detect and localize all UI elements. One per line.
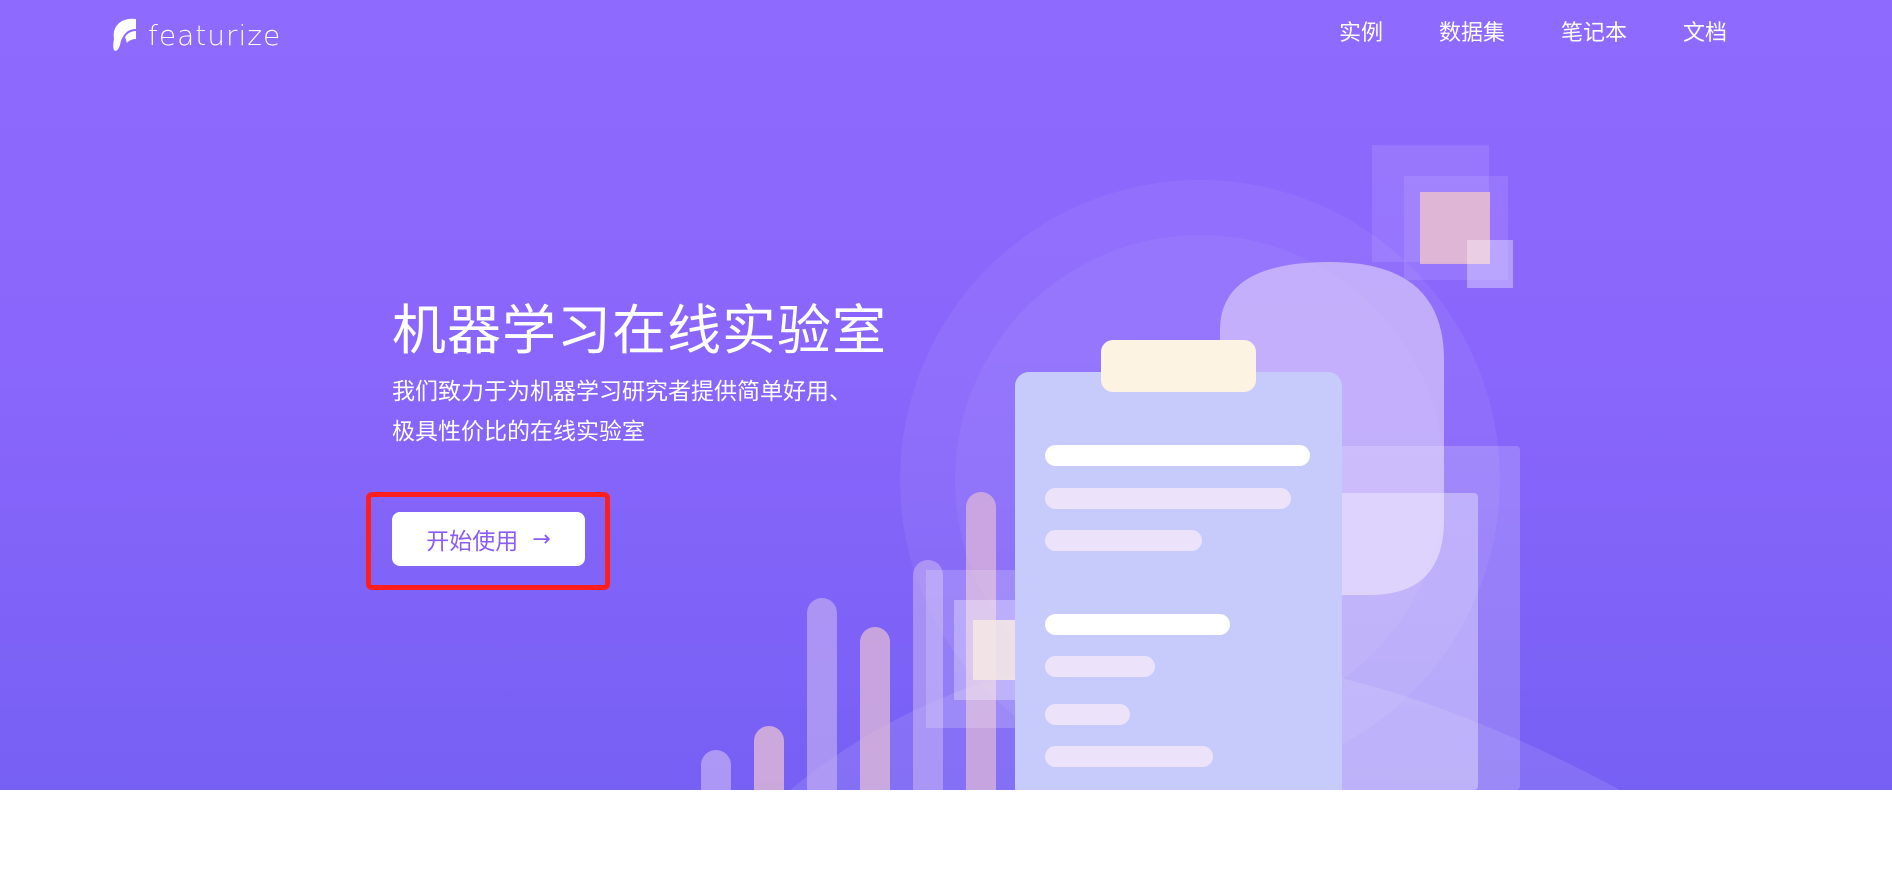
hero-subtitle: 我们致力于为机器学习研究者提供简单好用、 极具性价比的在线实验室 [392,372,892,452]
nav-item-datasets[interactable]: 数据集 [1439,18,1505,50]
hero-subtitle-line-2: 极具性价比的在线实验室 [392,419,645,445]
arrow-right-icon: → [532,526,551,552]
nav-item-instances[interactable]: 实例 [1339,18,1383,50]
brand-logo[interactable]: featurize [110,16,281,54]
content-area [0,790,1892,892]
featurize-logo-icon [113,18,136,51]
hero-subtitle-line-1: 我们致力于为机器学习研究者提供简单好用、 [392,379,852,405]
hero-illustration [701,145,1620,790]
top-navbar: featurize 实例 数据集 笔记本 文档 [0,0,1892,70]
get-started-button[interactable]: 开始使用 → [392,512,585,566]
main-nav: 实例 数据集 笔记本 文档 [1339,18,1727,50]
get-started-label: 开始使用 [426,529,519,555]
nav-item-notebooks[interactable]: 笔记本 [1561,18,1627,50]
nav-item-docs[interactable]: 文档 [1683,18,1727,50]
brand-name: featurize [148,18,282,52]
hero-section: featurize 实例 数据集 笔记本 文档 机器学习在线实验室 我们致力于为… [0,0,1892,790]
hero-title: 机器学习在线实验室 [392,299,887,362]
